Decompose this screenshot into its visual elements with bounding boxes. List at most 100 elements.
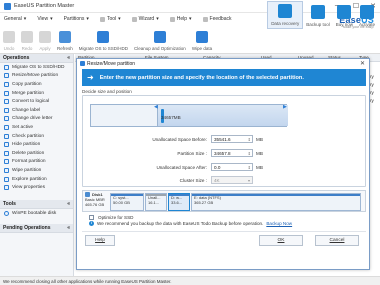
size-row: Partition Size : 34657.8 ⇕ MB bbox=[147, 149, 263, 157]
wipe-icon bbox=[4, 167, 9, 173]
cluster-label: Cluster Size : bbox=[179, 177, 207, 183]
backup-tool-button[interactable]: Backup tool bbox=[303, 5, 333, 29]
dialog-close-button[interactable]: ✕ bbox=[360, 60, 365, 67]
size-label: Partition Size : bbox=[177, 150, 207, 156]
wipe-data-button[interactable]: Wipe data bbox=[189, 31, 215, 53]
undo-icon bbox=[3, 31, 15, 43]
drive-letter-icon bbox=[4, 116, 9, 122]
op-delete-partition[interactable]: Delete partition bbox=[0, 149, 73, 158]
apply-button[interactable]: Apply bbox=[36, 31, 54, 53]
status-text: We recommend closing all other applicati… bbox=[3, 278, 172, 284]
winpe-icon bbox=[4, 210, 9, 216]
tools-header[interactable]: Tools « bbox=[0, 199, 73, 209]
optimize-ssd-checkbox[interactable] bbox=[89, 215, 94, 220]
collapse-icon[interactable]: « bbox=[67, 55, 70, 61]
fieldset-label: Decide size and position bbox=[82, 89, 132, 94]
collapse-icon[interactable]: « bbox=[67, 225, 70, 231]
backup-info-row: i We recommend you backup the data with … bbox=[89, 221, 292, 226]
operations-header[interactable]: Operations « bbox=[0, 54, 73, 63]
op-explore-partition[interactable]: Explore partition bbox=[0, 175, 73, 184]
backup-now-link[interactable]: Backup Now bbox=[266, 221, 292, 226]
cleanup-icon bbox=[153, 31, 166, 43]
arrow-right-icon: ➜ bbox=[87, 73, 94, 82]
tool-winpe[interactable]: WinPE bootable disk bbox=[0, 209, 73, 218]
sidebar: Operations « Migrate OS to SSD/HDD Resize… bbox=[0, 54, 74, 276]
op-set-active[interactable]: Set active bbox=[0, 123, 73, 132]
menu-partitions[interactable]: Partitions ▾ bbox=[64, 16, 89, 22]
spin-icon[interactable]: ⇕ bbox=[248, 136, 251, 143]
refresh-button[interactable]: Refresh bbox=[54, 31, 76, 53]
migrate-icon bbox=[97, 31, 110, 43]
before-input[interactable]: 35541.6 ⇕ bbox=[211, 135, 253, 143]
right-arrow-icon: ▶ bbox=[283, 104, 287, 110]
resize-icon bbox=[80, 61, 85, 66]
cluster-select[interactable]: 4K ▾ bbox=[211, 176, 253, 184]
menu-general[interactable]: General ▾ bbox=[4, 16, 26, 22]
cleanup-button[interactable]: Cleanup and Optimization bbox=[131, 31, 189, 53]
collapse-icon[interactable]: « bbox=[67, 201, 70, 207]
op-migrate-os[interactable]: Migrate OS to SSD/HDD bbox=[0, 63, 73, 72]
op-convert-logical[interactable]: Convert to logical bbox=[0, 97, 73, 106]
op-resize-move[interactable]: Resize/Move partition bbox=[0, 72, 73, 81]
data-recovery-button[interactable]: Data recovery bbox=[267, 1, 304, 29]
partition-slider[interactable]: 34657MB bbox=[90, 104, 288, 127]
undo-button[interactable]: Undo bbox=[0, 31, 18, 53]
resize-icon bbox=[4, 73, 9, 79]
status-bar: We recommend closing all other applicati… bbox=[0, 276, 380, 285]
backup-info-text: We recommend you backup the data with Ea… bbox=[97, 221, 264, 226]
dialog-divider bbox=[82, 231, 366, 232]
op-view-properties[interactable]: View properties bbox=[0, 183, 73, 192]
convert-icon bbox=[4, 99, 9, 105]
wipe-icon bbox=[195, 31, 208, 43]
redo-button[interactable]: Redo bbox=[18, 31, 36, 53]
dialog-title-bar: Resize/Move partition ✕ bbox=[77, 59, 369, 68]
op-copy-partition[interactable]: Copy partition bbox=[0, 80, 73, 89]
disk-info: Disk1 Basic MBR 465.76 GB bbox=[85, 192, 105, 207]
after-input[interactable]: 0.0 ⇕ bbox=[211, 163, 253, 171]
dialog-title: Resize/Move partition bbox=[87, 60, 136, 67]
info-icon: i bbox=[89, 221, 94, 226]
size-position-group: 34657MB ◀ ▶ Unallocated Space Before: 35… bbox=[82, 95, 366, 187]
chevron-down-icon: ▾ bbox=[247, 178, 250, 184]
disk-segment-d[interactable]: D: w... 33.6... bbox=[168, 193, 190, 211]
disk-segment-c[interactable]: C: syst... 50.00 GB bbox=[110, 193, 144, 211]
refresh-icon bbox=[58, 31, 71, 43]
delete-icon bbox=[4, 150, 9, 156]
menu-help[interactable]: Help ▾ bbox=[169, 16, 192, 22]
active-icon bbox=[4, 124, 9, 130]
spin-icon[interactable]: ⇕ bbox=[248, 150, 251, 157]
spin-icon[interactable]: ⇕ bbox=[248, 164, 251, 171]
op-change-label[interactable]: Change label bbox=[0, 106, 73, 115]
merge-icon bbox=[4, 90, 9, 96]
menu-view[interactable]: View ▾ bbox=[37, 16, 52, 22]
after-row: Unallocated Space After: 0.0 ⇕ MB bbox=[147, 163, 263, 171]
explore-icon bbox=[4, 176, 9, 182]
menu-tool[interactable]: Tool ▾ bbox=[99, 16, 121, 22]
ok-button[interactable]: OK bbox=[259, 235, 303, 246]
op-merge-partition[interactable]: Merge partition bbox=[0, 89, 73, 98]
format-icon bbox=[4, 159, 9, 165]
migrate-os-button[interactable]: Migrate OS to SSD/HDD bbox=[76, 31, 131, 53]
op-hide-partition[interactable]: Hide partition bbox=[0, 140, 73, 149]
before-row: Unallocated Space Before: 35541.6 ⇕ MB bbox=[147, 135, 263, 143]
menu-feedback[interactable]: Feedback bbox=[202, 16, 232, 22]
activate-button[interactable]: Activate bbox=[356, 5, 378, 29]
pending-header[interactable]: Pending Operations « bbox=[0, 223, 73, 233]
disk-segment-unalloc[interactable]: Unall... 16.1... bbox=[145, 193, 167, 211]
optimize-ssd-label[interactable]: Optimize for SSD bbox=[98, 215, 133, 220]
menu-wizard[interactable]: Wizard ▾ bbox=[131, 16, 159, 22]
disk-segment-e[interactable]: E: data (NTFS) 365.27 GB bbox=[191, 193, 361, 211]
op-format-partition[interactable]: Format partition bbox=[0, 158, 73, 167]
size-input[interactable]: 34657.8 ⇕ bbox=[211, 149, 253, 157]
op-check-partition[interactable]: Check partition bbox=[0, 132, 73, 141]
cluster-row: Cluster Size : 4K ▾ bbox=[147, 176, 253, 184]
help-button[interactable]: Help bbox=[85, 235, 115, 246]
cancel-button[interactable]: Cancel bbox=[315, 235, 359, 246]
feedback-icon bbox=[202, 16, 208, 22]
op-change-drive-letter[interactable]: Change drive letter bbox=[0, 115, 73, 124]
before-label: Unallocated Space Before: bbox=[152, 136, 207, 142]
buy-now-button[interactable]: Buy now bbox=[333, 5, 356, 29]
op-wipe-partition[interactable]: Wipe partition bbox=[0, 166, 73, 175]
dialog-banner: ➜ Enter the new partition size and speci… bbox=[82, 69, 366, 86]
redo-icon bbox=[21, 31, 33, 43]
